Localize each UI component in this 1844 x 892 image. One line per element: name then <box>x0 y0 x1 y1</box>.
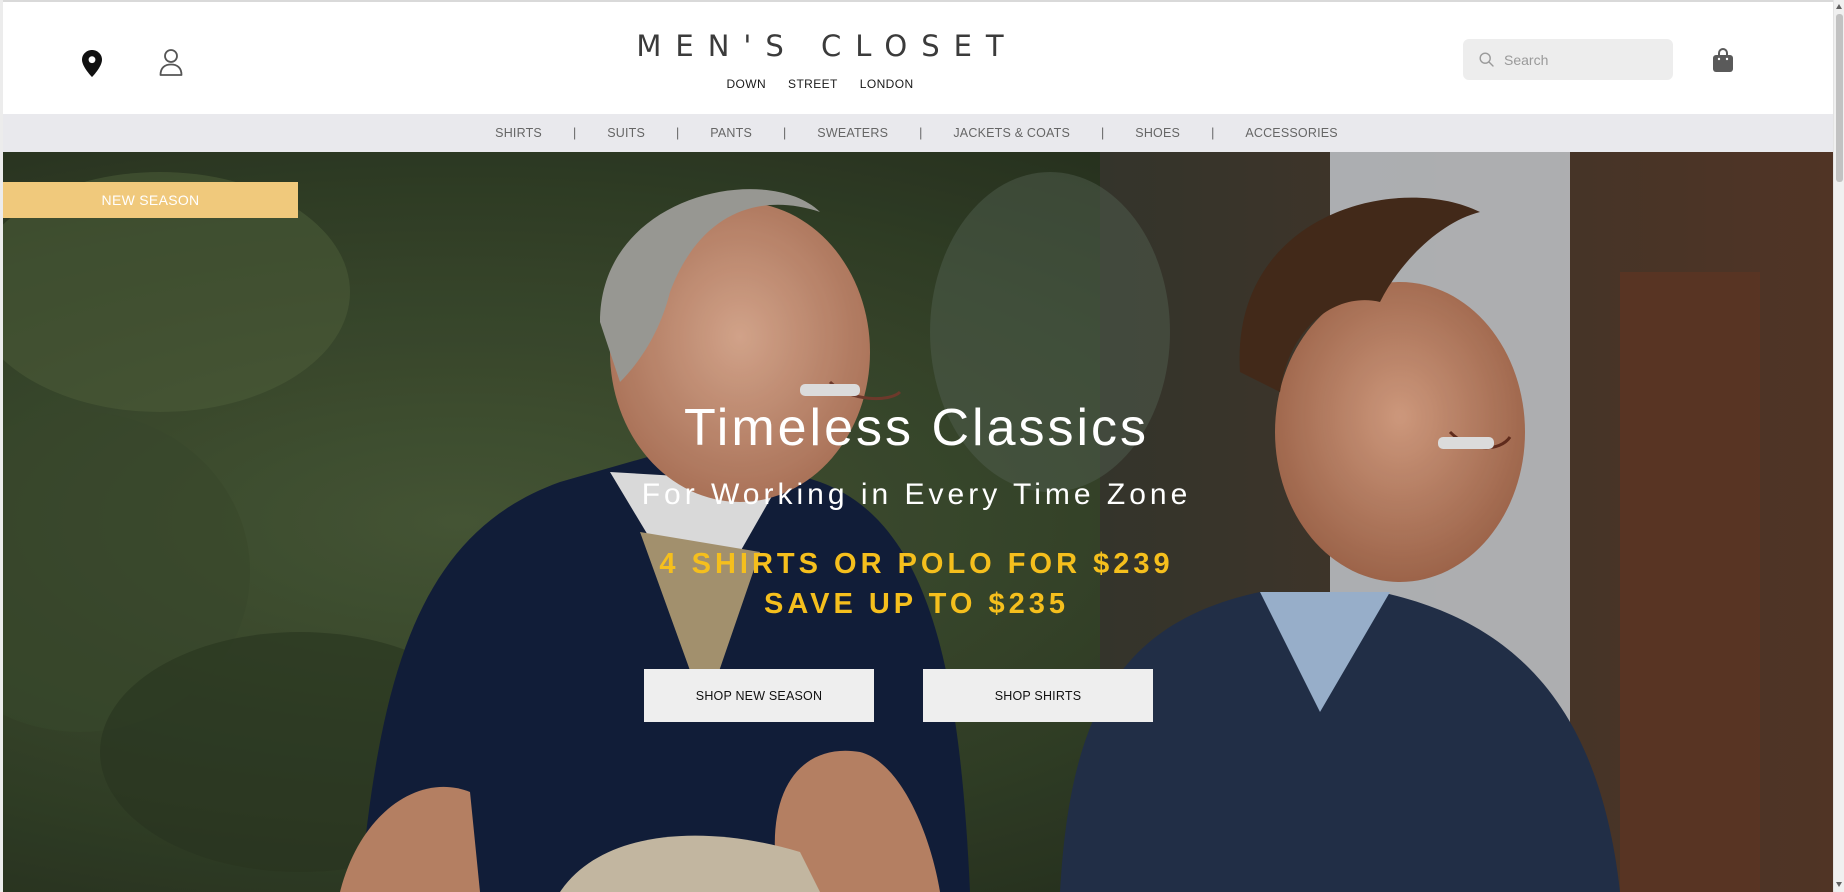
user-icon[interactable] <box>157 45 185 79</box>
location-pin-icon[interactable] <box>78 47 106 79</box>
shopping-bag-icon[interactable] <box>1710 45 1736 75</box>
search-icon <box>1479 52 1494 67</box>
search-box[interactable] <box>1463 39 1673 80</box>
brand-sub-1: DOWN <box>726 77 767 91</box>
nav-separator: | <box>1211 126 1215 140</box>
hero-headline: Timeless Classics <box>683 399 1150 457</box>
brand-sub-2: STREET <box>788 77 838 91</box>
nav-accessories[interactable]: ACCESSORIES <box>1245 126 1338 140</box>
nav-suits[interactable]: SUITS <box>607 126 645 140</box>
scroll-thumb[interactable] <box>1836 14 1843 182</box>
nav-pants[interactable]: PANTS <box>710 126 752 140</box>
nav-separator: | <box>919 126 923 140</box>
shop-new-season-button[interactable]: SHOP NEW SEASON <box>644 669 874 722</box>
hero-subline: For Working in Every Time Zone <box>641 478 1192 511</box>
scroll-down-arrow-icon[interactable] <box>1836 882 1842 887</box>
nav-separator: | <box>1101 126 1105 140</box>
hero-banner: NEW SEASON Timeless Classics For Working… <box>0 152 1833 892</box>
page: MEN'S CLOSET DOWN STREET LONDON Search S… <box>0 0 1833 892</box>
scroll-up-arrow-icon[interactable] <box>1836 4 1842 9</box>
nav-jackets-coats[interactable]: JACKETS & COATS <box>953 126 1070 140</box>
search-input[interactable] <box>1504 51 1664 68</box>
brand-logo[interactable]: MEN'S CLOSET DOWN STREET LONDON <box>600 29 1040 91</box>
promo-line-2: SAVE UP TO $235 <box>763 588 1069 620</box>
site-header: MEN'S CLOSET DOWN STREET LONDON <box>0 5 1833 114</box>
nav-sweaters[interactable]: SWEATERS <box>817 126 888 140</box>
hero-overlay <box>0 152 1833 892</box>
shop-shirts-button[interactable]: SHOP SHIRTS <box>923 669 1153 722</box>
nav-separator: | <box>783 126 787 140</box>
category-nav: SHIRTS | SUITS | PANTS | SWEATERS | JACK… <box>0 114 1833 152</box>
nav-separator: | <box>572 126 577 140</box>
nav-shoes[interactable]: SHOES <box>1135 126 1180 140</box>
brand-sub-3: LONDON <box>859 77 914 91</box>
promo-line-1: 4 SHIRTS OR POLO FOR $239 <box>659 548 1174 580</box>
nav-shirts[interactable]: SHIRTS <box>495 126 542 140</box>
new-season-badge[interactable]: NEW SEASON <box>3 182 298 218</box>
nav-separator: | <box>676 126 680 140</box>
brand-location: DOWN STREET LONDON <box>600 77 1040 91</box>
brand-name: MEN'S CLOSET <box>636 29 1018 63</box>
vertical-scrollbar[interactable] <box>1833 0 1844 892</box>
left-edge <box>0 0 3 892</box>
